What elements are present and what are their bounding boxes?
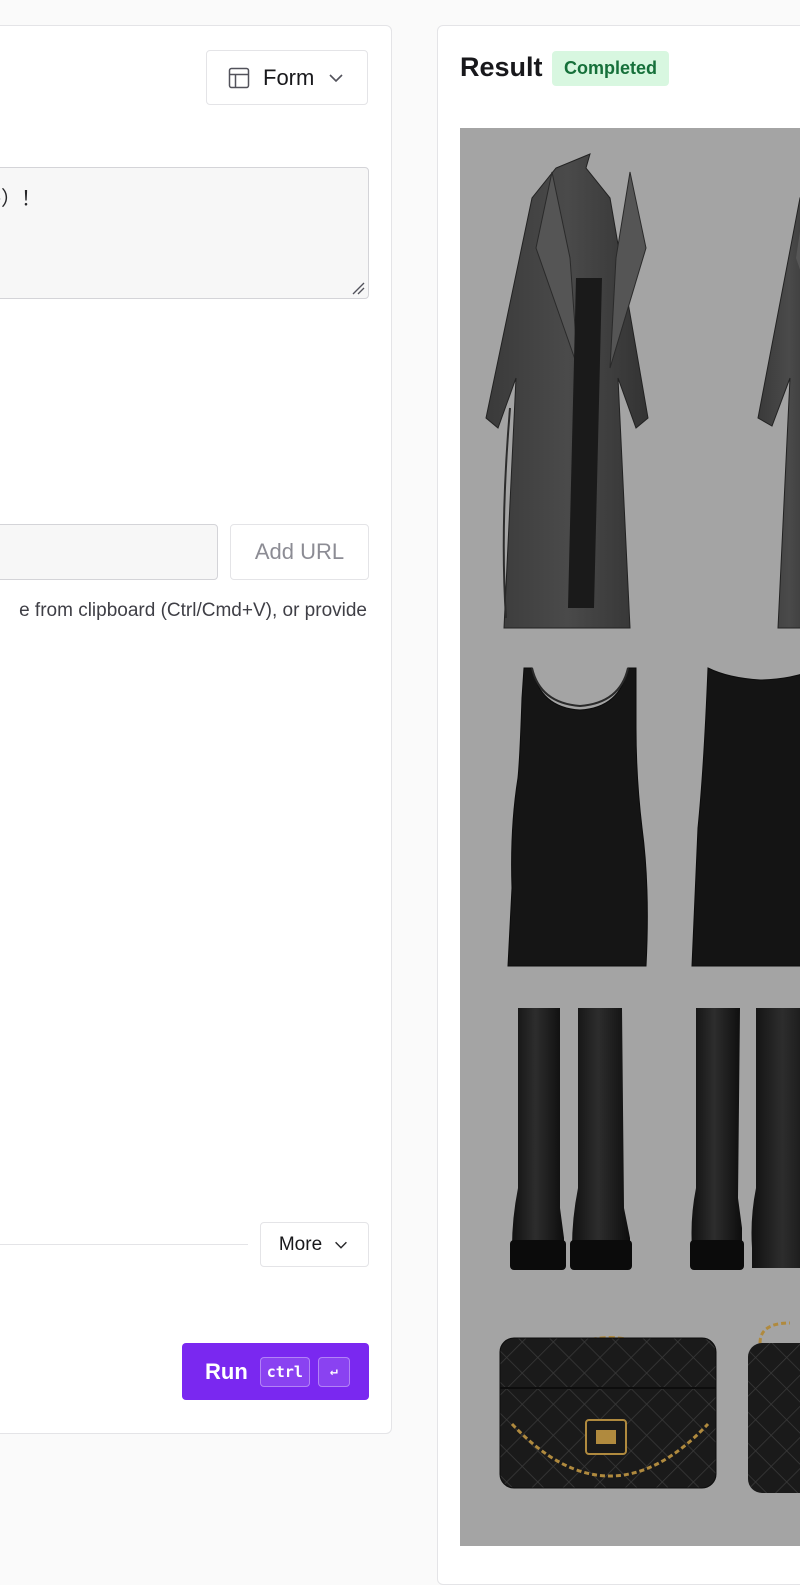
result-title: Result xyxy=(460,52,543,82)
coat-item xyxy=(485,153,649,629)
coat-item-2 xyxy=(757,197,800,629)
chevron-down-icon xyxy=(329,73,343,82)
view-mode-select[interactable]: Form xyxy=(206,50,368,105)
dress-item-2 xyxy=(691,667,800,967)
upload-hint-text: e from clipboard (Ctrl/Cmd+V), or provid… xyxy=(19,600,367,621)
image-url-input[interactable] xyxy=(0,524,218,580)
resize-handle-icon[interactable] xyxy=(351,281,365,295)
more-options-button[interactable]: More xyxy=(260,1222,369,1267)
run-label: Run xyxy=(205,1358,248,1384)
prompt-text: 风格）！ xyxy=(0,186,41,210)
layout-icon xyxy=(228,67,250,88)
chevron-down-icon xyxy=(335,1241,348,1249)
more-label: More xyxy=(278,1233,323,1255)
add-url-button[interactable]: Add URL xyxy=(230,524,369,580)
result-image[interactable] xyxy=(460,128,800,1546)
handbag-item xyxy=(499,1335,717,1489)
fashion-flatlay-illustration xyxy=(485,153,800,1493)
run-button[interactable]: Run ctrl ↵ xyxy=(182,1343,369,1400)
status-badge: Completed xyxy=(552,51,670,86)
result-panel: Result Completed xyxy=(437,25,800,1585)
prompt-textarea[interactable]: 风格）！ xyxy=(0,167,369,299)
enter-key-hint: ↵ xyxy=(317,1356,350,1387)
handbag-item-2 xyxy=(748,1321,800,1493)
form-panel: Form 风格）！ Add URL e from clipboard (Ctrl… xyxy=(0,25,392,1434)
view-mode-label: Form xyxy=(263,64,315,90)
boots-item-2 xyxy=(690,1008,800,1270)
advanced-divider xyxy=(0,1244,248,1245)
dress-item xyxy=(507,667,648,967)
ctrl-key-hint: ctrl xyxy=(259,1356,310,1387)
boots-item xyxy=(510,1008,632,1270)
